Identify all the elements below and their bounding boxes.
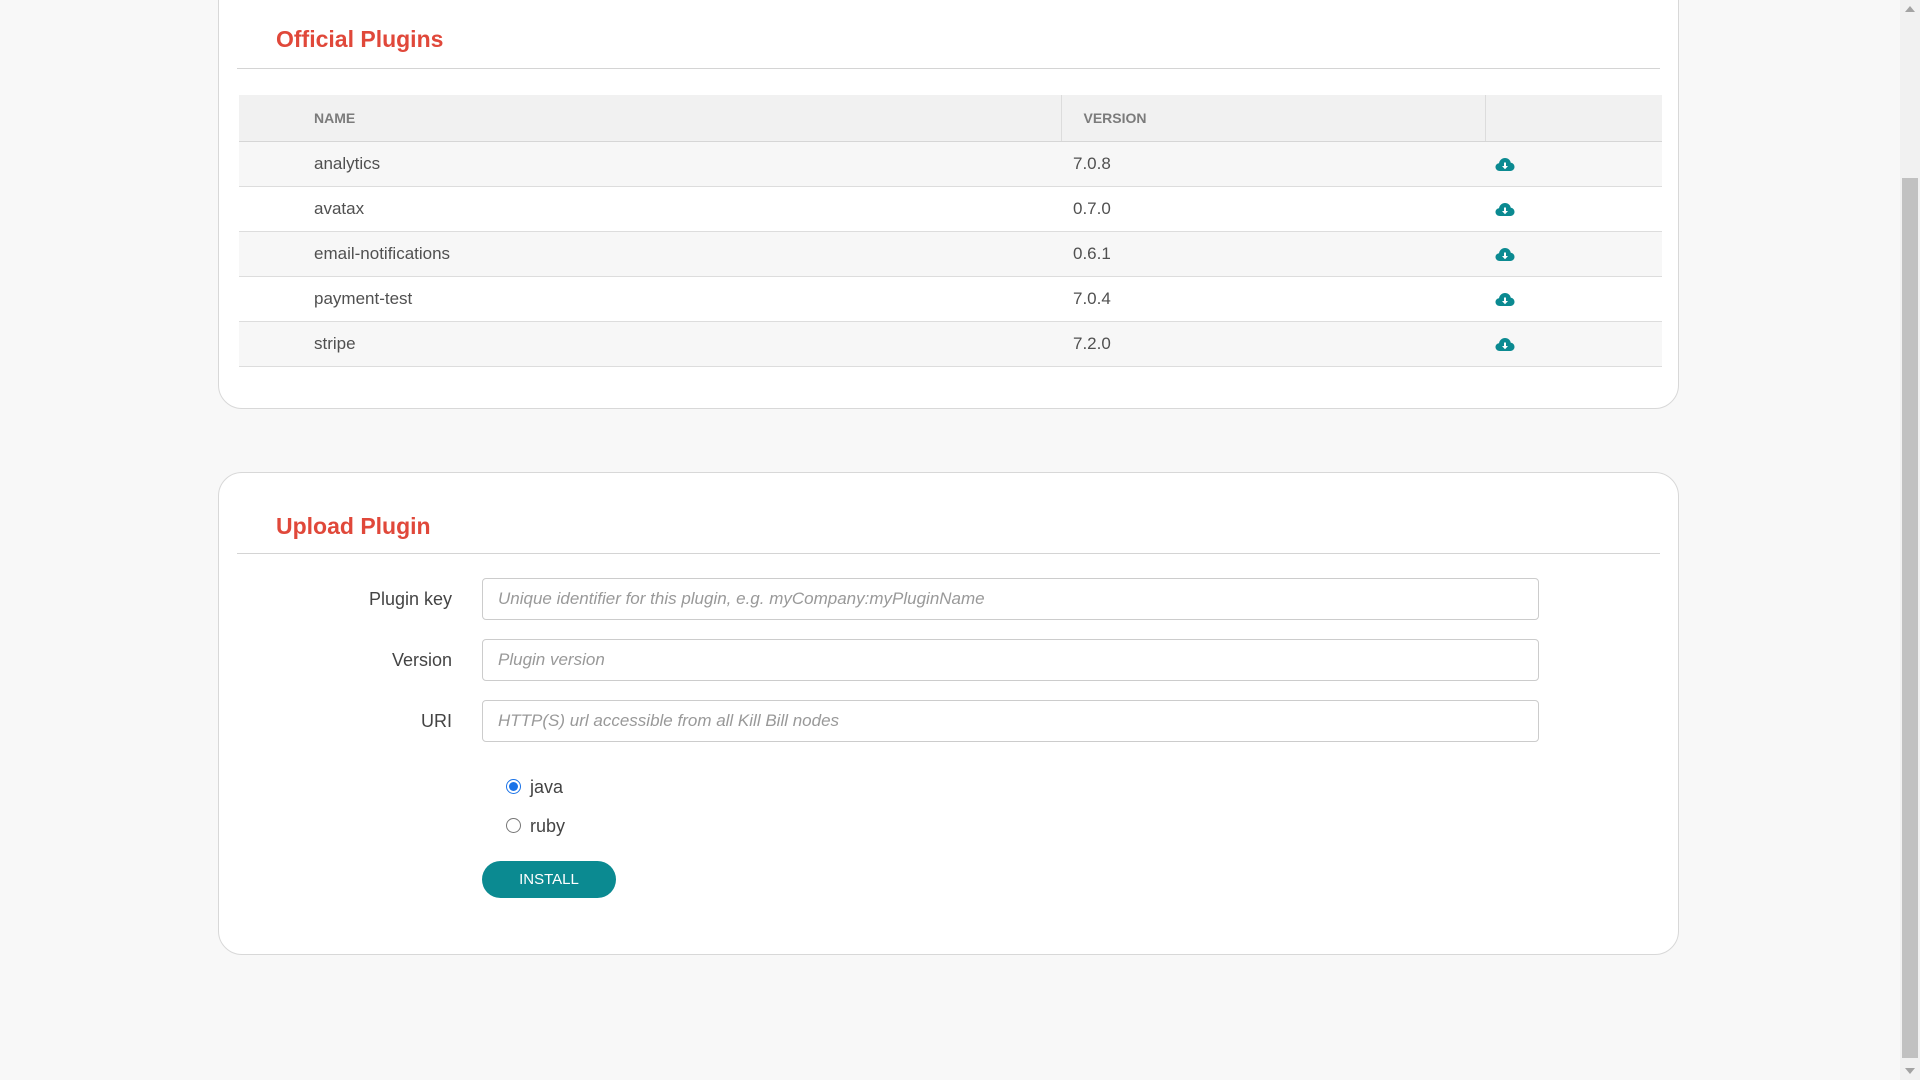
cloud-download-icon[interactable] bbox=[1495, 202, 1515, 218]
table-header-row: NAME VERSION bbox=[239, 95, 1662, 142]
plugin-name-cell: payment-test bbox=[239, 276, 1061, 322]
column-header-name[interactable]: NAME bbox=[239, 95, 1062, 142]
plugin-action-cell bbox=[1485, 231, 1662, 277]
upload-plugin-card: Upload Plugin Plugin key Version URI jav… bbox=[218, 472, 1679, 955]
version-label: Version bbox=[391, 650, 452, 670]
uri-input[interactable] bbox=[482, 700, 1539, 742]
plugin-version-cell: 7.0.8 bbox=[1061, 141, 1485, 187]
java-radio-label[interactable]: java bbox=[530, 777, 563, 797]
table-row: stripe 7.2.0 bbox=[239, 321, 1662, 367]
column-header-action bbox=[1485, 95, 1662, 142]
uri-label: URI bbox=[421, 711, 452, 731]
plugin-version-cell: 0.7.0 bbox=[1061, 186, 1485, 232]
vertical-scrollbar[interactable] bbox=[1900, 0, 1920, 1080]
version-row: Version bbox=[219, 639, 1678, 681]
plugin-version-cell: 0.6.1 bbox=[1061, 231, 1485, 277]
table-row: payment-test 7.0.4 bbox=[239, 276, 1662, 322]
ruby-radio[interactable] bbox=[506, 818, 521, 833]
official-plugins-title: Official Plugins bbox=[276, 26, 444, 52]
uri-row: URI bbox=[219, 700, 1678, 742]
install-button[interactable]: INSTALL bbox=[482, 861, 616, 898]
plugin-key-row: Plugin key bbox=[219, 578, 1678, 620]
language-option-java: java bbox=[506, 777, 563, 798]
plugin-name-cell: avatax bbox=[239, 186, 1061, 232]
plugin-action-cell bbox=[1485, 186, 1662, 232]
plugin-key-label: Plugin key bbox=[368, 589, 452, 609]
upload-plugin-title: Upload Plugin bbox=[276, 513, 431, 539]
table-row: analytics 7.0.8 bbox=[239, 141, 1662, 187]
plugin-name-cell: analytics bbox=[239, 141, 1061, 187]
cloud-download-icon[interactable] bbox=[1495, 292, 1515, 308]
scroll-up-arrow-icon[interactable] bbox=[1905, 6, 1915, 12]
plugin-version-cell: 7.2.0 bbox=[1061, 321, 1485, 367]
java-radio[interactable] bbox=[506, 779, 521, 794]
title-divider bbox=[237, 553, 1660, 554]
ruby-radio-label[interactable]: ruby bbox=[530, 816, 565, 836]
plugin-key-input[interactable] bbox=[482, 578, 1539, 620]
table-row: email-notifications 0.6.1 bbox=[239, 231, 1662, 277]
cloud-download-icon[interactable] bbox=[1495, 157, 1515, 173]
language-option-ruby: ruby bbox=[506, 816, 565, 837]
official-plugins-card: Official Plugins NAME VERSION analytics 7… bbox=[218, 0, 1679, 409]
plugin-action-cell bbox=[1485, 321, 1662, 367]
cloud-download-icon[interactable] bbox=[1495, 247, 1515, 263]
scroll-thumb[interactable] bbox=[1902, 178, 1918, 1058]
cloud-download-icon[interactable] bbox=[1495, 337, 1515, 353]
column-header-version[interactable]: VERSION bbox=[1061, 95, 1486, 142]
plugin-name-cell: stripe bbox=[239, 321, 1061, 367]
plugin-action-cell bbox=[1485, 141, 1662, 187]
table-row: avatax 0.7.0 bbox=[239, 186, 1662, 232]
scroll-down-arrow-icon[interactable] bbox=[1905, 1068, 1915, 1074]
plugins-table: NAME VERSION analytics 7.0.8 avatax 0.7.0 em… bbox=[239, 95, 1662, 367]
plugin-version-cell: 7.0.4 bbox=[1061, 276, 1485, 322]
version-input[interactable] bbox=[482, 639, 1539, 681]
plugin-action-cell bbox=[1485, 276, 1662, 322]
plugin-name-cell: email-notifications bbox=[239, 231, 1061, 277]
title-divider bbox=[237, 68, 1660, 69]
